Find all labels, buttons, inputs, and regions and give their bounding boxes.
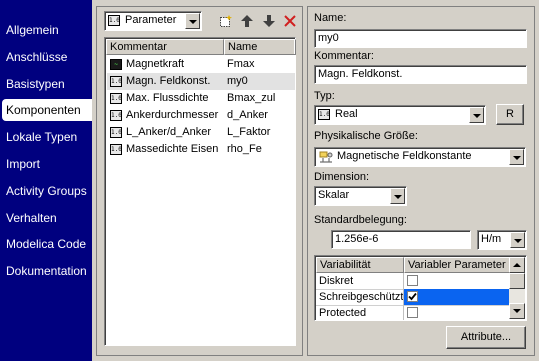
component-row-selected[interactable]: 1.0 Magn. Feldkonst. my0 <box>107 73 295 90</box>
component-list: Kommentar Name ~ Magnetkraft Fmax 1.0 Ma… <box>104 37 296 346</box>
component-list-header: Kommentar Name <box>106 39 296 55</box>
component-name: L_Faktor <box>227 126 271 138</box>
component-comment: Magn. Feldkonst. <box>126 75 211 87</box>
component-row[interactable]: 1.0 Max. Flussdichte Bmax_zul <box>107 90 295 107</box>
column-header-variabilitaet[interactable]: Variabilität <box>316 257 404 273</box>
dimension-select[interactable]: Skalar <box>314 186 407 206</box>
variability-row[interactable]: Protected <box>316 305 510 320</box>
chevron-down-icon[interactable] <box>510 232 525 248</box>
component-type-value: Parameter <box>125 14 177 26</box>
variability-checkbox[interactable] <box>407 307 418 318</box>
component-comment: Max. Flussdichte <box>126 92 209 104</box>
default-value-input[interactable]: 1.256e-6 <box>331 230 471 249</box>
arrow-up-icon[interactable] <box>240 14 254 28</box>
variability-row[interactable]: Diskret <box>316 273 510 289</box>
comment-label: Kommentar: <box>314 50 374 62</box>
type-select[interactable]: 1.0 Real <box>314 105 486 125</box>
arrow-down-icon[interactable] <box>262 14 276 28</box>
component-name: Bmax_zul <box>227 92 276 104</box>
parameter-icon: 1.0 <box>110 127 122 138</box>
nav-item-komponenten[interactable]: Komponenten <box>2 99 92 121</box>
type-label: Typ: <box>314 90 335 102</box>
scroll-thumb[interactable] <box>509 273 525 289</box>
scroll-up-button[interactable] <box>509 257 525 273</box>
quantity-value: Magnetische Feldkonstante <box>337 150 472 162</box>
parameter-icon: 1.0 <box>110 144 122 155</box>
component-name: my0 <box>227 75 248 87</box>
attributes-button[interactable]: Attribute... <box>446 326 526 349</box>
name-label: Name: <box>314 12 347 24</box>
checkmark-icon <box>408 292 417 301</box>
component-comment: Ankerdurchmesser <box>126 109 219 121</box>
parameter-icon: 1.0 <box>110 76 122 87</box>
component-type-select[interactable]: 1.0 Parameter <box>104 11 202 31</box>
component-name: rho_Fe <box>227 143 262 155</box>
chevron-down-icon[interactable] <box>509 149 524 165</box>
name-input[interactable]: my0 <box>314 29 527 48</box>
delete-x-icon[interactable] <box>283 14 297 28</box>
new-item-icon[interactable] <box>219 14 233 28</box>
variability-checkbox-checked[interactable] <box>407 291 418 302</box>
type-value: Real <box>335 108 358 120</box>
component-comment: Magnetkraft <box>126 58 185 70</box>
component-row[interactable]: ~ Magnetkraft Fmax <box>107 56 295 73</box>
sidebar-nav: Allgemein Anschlüsse Basistypen Komponen… <box>0 0 92 361</box>
quantity-icon <box>319 151 333 163</box>
grid-line <box>403 273 404 320</box>
variability-table: Variabilität Variabler Parameter Diskret… <box>314 255 527 321</box>
variability-row-selected[interactable]: Schreibgeschützt <box>316 289 510 305</box>
dimension-label: Dimension: <box>314 171 370 183</box>
default-value-label: Standardbelegung: <box>314 214 407 226</box>
component-name: Fmax <box>227 58 255 70</box>
chevron-down-icon[interactable] <box>390 188 405 204</box>
nav-item-anschluesse[interactable]: Anschlüsse <box>0 46 92 68</box>
variability-header: Variabilität Variabler Parameter <box>316 257 510 273</box>
nav-item-basistypen[interactable]: Basistypen <box>0 73 92 95</box>
component-comment: L_Anker/d_Anker <box>126 126 211 138</box>
parameter-icon: 1.0 <box>110 110 122 121</box>
scroll-down-button[interactable] <box>509 303 525 319</box>
nav-item-dokumentation[interactable]: Dokumentation <box>0 260 92 282</box>
component-row[interactable]: 1.0 Ankerdurchmesser d_Anker <box>107 107 295 124</box>
variability-name: Protected <box>319 307 367 319</box>
variability-name: Schreibgeschützt <box>319 291 404 303</box>
comment-input[interactable]: Magn. Feldkonst. <box>314 65 527 84</box>
variability-checkbox[interactable] <box>407 275 418 286</box>
variability-name: Diskret <box>319 275 354 287</box>
selected-cell <box>404 289 509 305</box>
component-row[interactable]: 1.0 Massedichte Eisen rho_Fe <box>107 141 295 158</box>
chevron-down-icon <box>513 309 521 313</box>
variability-scrollbar[interactable] <box>509 257 525 319</box>
component-name: d_Anker <box>227 109 268 121</box>
parameter-icon: 1.0 <box>110 93 122 104</box>
column-header-variabler-parameter[interactable]: Variabler Parameter <box>404 257 510 273</box>
component-row[interactable]: 1.0 L_Anker/d_Anker L_Faktor <box>107 124 295 141</box>
nav-item-verhalten[interactable]: Verhalten <box>0 207 92 229</box>
nav-item-activity-groups[interactable]: Activity Groups <box>0 180 92 202</box>
plot-icon: ~ <box>110 59 122 70</box>
chevron-down-icon[interactable] <box>469 107 484 123</box>
component-comment: Massedichte Eisen <box>126 143 219 155</box>
chevron-down-icon[interactable] <box>185 13 200 29</box>
nav-item-allgemein[interactable]: Allgemein <box>0 19 92 41</box>
nav-item-import[interactable]: Import <box>0 153 92 175</box>
chevron-up-icon <box>513 263 521 267</box>
nav-item-modelica-code[interactable]: Modelica Code <box>0 233 92 255</box>
quantity-label: Physikalische Größe: <box>314 130 418 142</box>
parameter-icon: 1.0 <box>318 109 330 120</box>
nav-item-lokale-typen[interactable]: Lokale Typen <box>0 126 92 148</box>
parameter-icon: 1.0 <box>108 15 120 26</box>
dimension-value: Skalar <box>318 189 350 201</box>
column-header-kommentar[interactable]: Kommentar <box>106 39 224 55</box>
type-record-button[interactable]: R <box>496 104 524 125</box>
unit-value: H/m <box>481 233 502 245</box>
column-header-name[interactable]: Name <box>224 39 296 55</box>
unit-select[interactable]: H/m <box>477 230 527 250</box>
quantity-select[interactable]: Magnetische Feldkonstante <box>314 147 526 167</box>
